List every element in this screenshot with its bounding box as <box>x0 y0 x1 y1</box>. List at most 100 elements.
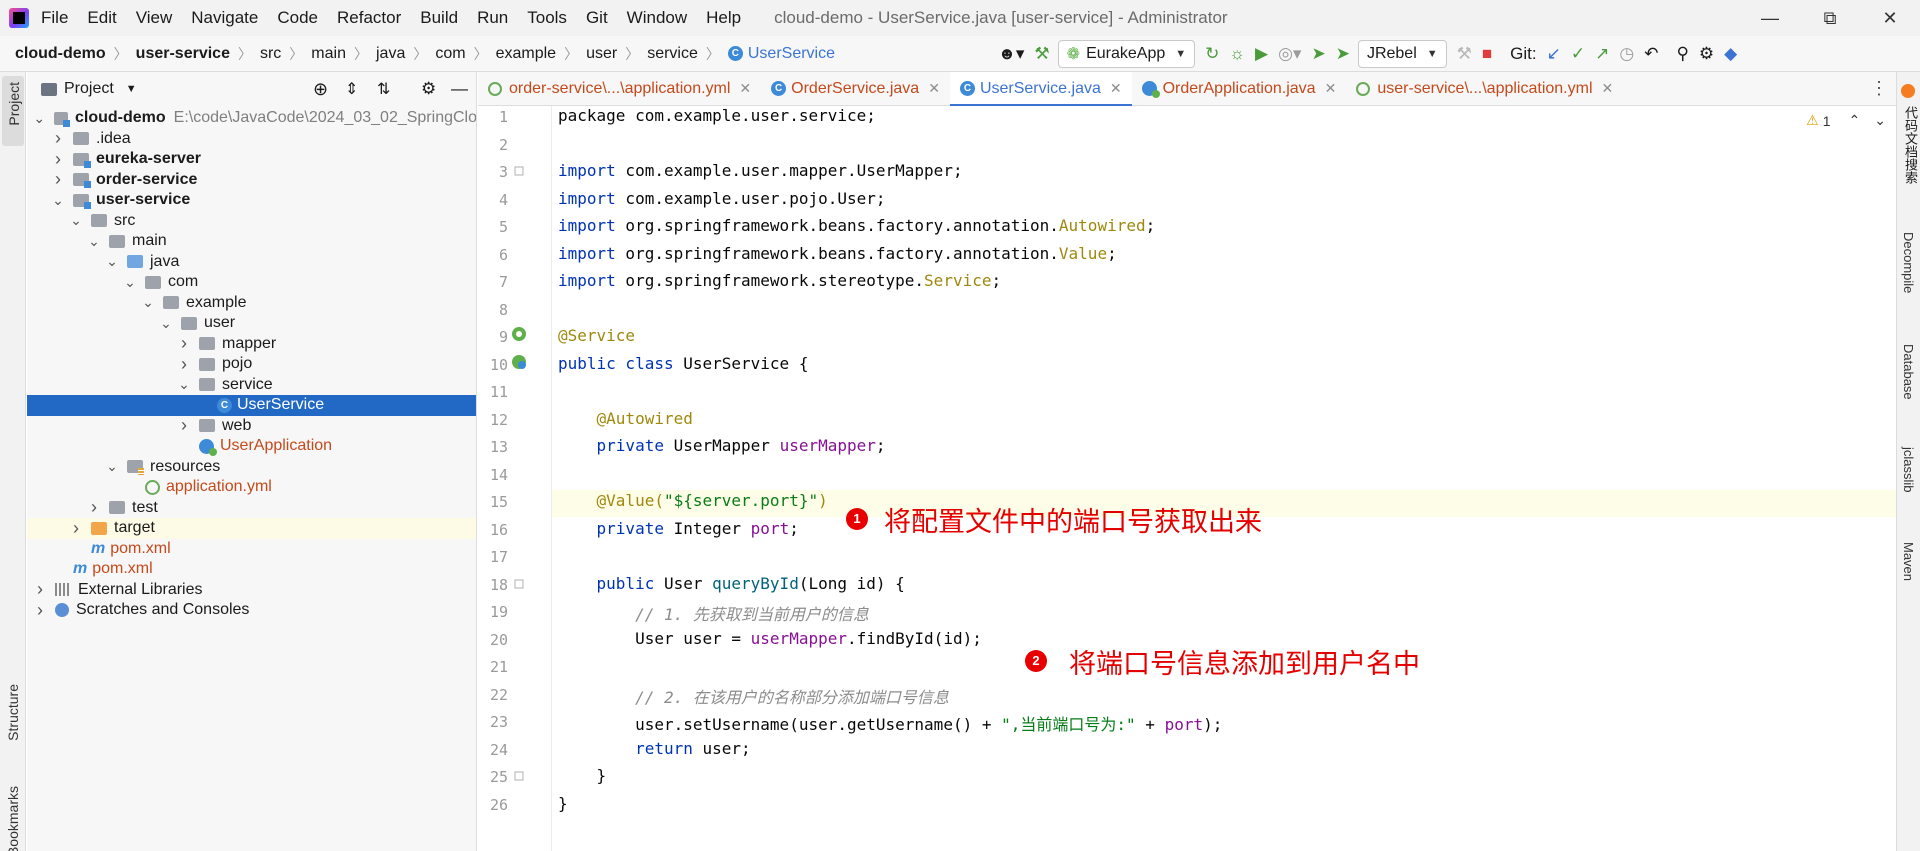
database-tool[interactable]: Database <box>1901 344 1916 400</box>
decompile-tool[interactable]: Decompile <box>1901 232 1916 293</box>
chevron-down-icon[interactable]: ⌄ <box>33 110 46 127</box>
menu-item-build[interactable]: Build <box>420 8 458 28</box>
chevron-right-icon[interactable]: › <box>51 149 65 170</box>
tree-item-pojo[interactable]: › pojo <box>27 354 476 375</box>
chevron-down-icon[interactable]: ⌄ <box>141 294 155 311</box>
more-tabs-icon[interactable]: ⋮ <box>1870 78 1888 99</box>
rollback-icon[interactable]: ↶ <box>1644 41 1658 67</box>
close-icon[interactable]: ✕ <box>739 80 751 97</box>
tree-item-external-libraries[interactable]: › External Libraries <box>27 579 476 601</box>
fold-icon[interactable] <box>511 576 527 592</box>
close-icon[interactable]: ✕ <box>928 80 940 97</box>
run-configuration-select[interactable]: ❁ EurakeApp ▼ <box>1057 40 1196 68</box>
chevron-down-icon[interactable]: ⌄ <box>87 233 101 250</box>
menu-item-edit[interactable]: Edit <box>87 8 116 28</box>
tab-orderapplication-java[interactable]: OrderApplication.java ✕ <box>1132 72 1347 106</box>
gear-icon[interactable]: ⚙ <box>1699 41 1714 67</box>
tree-item-user-service[interactable]: ⌄ user-service <box>27 190 476 211</box>
breadcrumb-item[interactable]: cloud-demo <box>15 45 106 63</box>
menu-item-code[interactable]: Code <box>277 8 318 28</box>
close-window-button[interactable]: ✕ <box>1860 0 1920 36</box>
chevron-right-icon[interactable]: › <box>69 518 83 539</box>
maven-tool[interactable]: Maven <box>1901 542 1916 581</box>
tree-item-target[interactable]: › target <box>27 518 476 539</box>
tree-item-application-yml[interactable]: application.yml <box>27 477 476 498</box>
profile-icon[interactable]: ◎▾ <box>1278 41 1301 67</box>
chevron-right-icon[interactable]: › <box>87 497 101 518</box>
tree-item-java[interactable]: ⌄ java <box>27 252 476 273</box>
expand-all-icon[interactable]: ⇕ <box>345 79 358 99</box>
tree-item-cloud-demo[interactable]: ⌄ cloud-demo E:\code\JavaCode\2024_03_02_S… <box>27 108 476 129</box>
menu-item-help[interactable]: Help <box>706 8 741 28</box>
chevron-down-icon[interactable]: ⌄ <box>105 253 119 270</box>
menu-item-run[interactable]: Run <box>477 8 508 28</box>
breadcrumb-item[interactable]: service <box>647 45 698 63</box>
restore-button[interactable]: ⧉ <box>1800 0 1860 36</box>
tree-item-pom-xml[interactable]: m pom.xml <box>27 559 476 580</box>
chevron-down-icon[interactable]: ⌄ <box>69 212 83 229</box>
chevron-right-icon[interactable]: › <box>177 333 191 354</box>
jrebel-select[interactable]: JRebel ▼ <box>1357 40 1447 68</box>
tree-item-mapper[interactable]: › mapper <box>27 333 476 355</box>
tab-order-service-application-yml[interactable]: order-service\...\application.yml ✕ <box>478 72 761 106</box>
locate-icon[interactable]: ⊕ <box>313 79 328 100</box>
project-title[interactable]: Project <box>64 80 114 98</box>
jrebel-run-icon[interactable]: ➤ <box>1311 41 1325 67</box>
breadcrumb-item[interactable]: java <box>376 45 405 63</box>
debug-icon[interactable]: ☼ <box>1229 41 1245 67</box>
chevron-right-icon[interactable]: › <box>51 169 65 190</box>
collapse-all-icon[interactable]: ⇅ <box>377 79 390 99</box>
rerun-icon[interactable]: ↻ <box>1205 41 1219 67</box>
search-icon[interactable]: ⚲ <box>1676 41 1688 67</box>
tree-item-com[interactable]: ⌄ com <box>27 272 476 293</box>
breadcrumb-item[interactable]: src <box>260 45 281 63</box>
tree-item-eureka-server[interactable]: › eureka-server <box>27 149 476 170</box>
git-commit-icon[interactable]: ✓ <box>1571 41 1585 67</box>
toolbox-icon[interactable]: ◆ <box>1724 41 1737 67</box>
close-icon[interactable]: ✕ <box>1110 80 1122 97</box>
menu-item-window[interactable]: Window <box>627 8 687 28</box>
chevron-down-icon[interactable]: ▼ <box>126 83 137 95</box>
close-icon[interactable]: ✕ <box>1325 80 1337 97</box>
inspection-widget[interactable]: ⚠ 1 ⌃ ⌄ <box>1806 112 1886 129</box>
tree-item--idea[interactable]: › .idea <box>27 128 476 150</box>
coverage-icon[interactable]: ▶ <box>1255 41 1268 67</box>
chevron-down-icon[interactable]: ⌄ <box>105 458 119 475</box>
breadcrumb-item[interactable]: UserService <box>748 45 835 63</box>
chevron-right-icon[interactable]: › <box>33 579 47 600</box>
tree-item-scratches-and-consoles[interactable]: › Scratches and Consoles <box>27 600 476 621</box>
chevron-right-icon[interactable]: › <box>51 128 65 149</box>
breadcrumb-item[interactable]: user <box>586 45 617 63</box>
tree-item-order-service[interactable]: › order-service <box>27 169 476 191</box>
tree-item-service[interactable]: ⌄ service <box>27 375 476 396</box>
jrebel-debug-icon[interactable]: ➤ <box>1336 41 1350 67</box>
spring-bean-icon[interactable] <box>511 326 527 342</box>
menu-item-navigate[interactable]: Navigate <box>191 8 258 28</box>
close-icon[interactable]: ✕ <box>1602 80 1614 97</box>
bookmarks-tool-label[interactable]: Bookmarks <box>5 786 21 851</box>
git-update-icon[interactable]: ↙ <box>1547 41 1561 67</box>
structure-tool-label[interactable]: Structure <box>5 684 21 741</box>
user-icon[interactable]: ☻▾ <box>998 41 1024 67</box>
gear-icon[interactable]: ⚙ <box>421 79 436 99</box>
jclasslib-tool[interactable]: jclasslib <box>1901 447 1916 493</box>
tree-item-userapplication[interactable]: UserApplication <box>27 436 476 457</box>
chevron-down-icon[interactable]: ⌄ <box>51 192 65 209</box>
menu-item-view[interactable]: View <box>136 8 173 28</box>
minimize-button[interactable]: — <box>1740 0 1800 36</box>
tree-item-example[interactable]: ⌄ example <box>27 293 476 314</box>
tree-item-web[interactable]: › web <box>27 415 476 437</box>
chevron-down-icon[interactable]: ⌄ <box>177 376 191 393</box>
menu-item-file[interactable]: File <box>41 8 68 28</box>
doc-search-tool[interactable]: 代码文档搜索 <box>1901 106 1920 184</box>
chevron-right-icon[interactable]: › <box>177 415 191 436</box>
history-icon[interactable]: ◷ <box>1619 41 1634 67</box>
tree-item-resources[interactable]: ⌄ resources <box>27 457 476 478</box>
menu-item-git[interactable]: Git <box>586 8 608 28</box>
spring-bean-icon[interactable] <box>511 354 527 370</box>
tree-item-src[interactable]: ⌄ src <box>27 211 476 232</box>
stop-icon[interactable]: ■ <box>1482 41 1492 67</box>
breadcrumb-item[interactable]: main <box>311 45 346 63</box>
menu-item-refactor[interactable]: Refactor <box>337 8 401 28</box>
chevron-right-icon[interactable]: › <box>177 354 191 375</box>
